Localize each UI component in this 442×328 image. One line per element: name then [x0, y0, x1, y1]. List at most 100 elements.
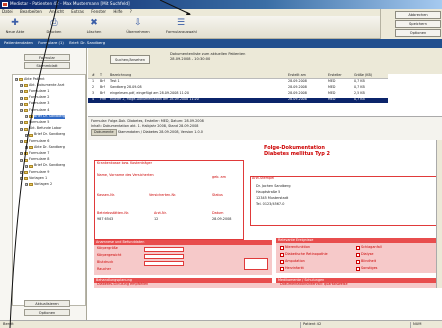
documents-tab[interactable]: Dokumente — [91, 129, 117, 136]
expand-icon[interactable]: + — [25, 146, 28, 150]
menu-item-fenster[interactable]: Fenster — [91, 9, 106, 14]
tree-node[interactable]: + Formulare 5 — [20, 120, 49, 125]
expand-icon[interactable]: + — [20, 158, 23, 162]
doctor-name: Dr. Jochen Sandberg — [256, 184, 291, 188]
tree-node[interactable]: + Akte Patient — [15, 77, 45, 82]
result-input[interactable] — [244, 258, 268, 270]
refresh-button[interactable]: Aktualisieren — [24, 300, 70, 307]
checkbox-other[interactable] — [356, 267, 360, 271]
date-value[interactable]: 28.09.2008 — [212, 217, 231, 222]
checkbox-heart-attack[interactable] — [280, 267, 284, 271]
tree-node[interactable]: + Brief Dr. Sandberg — [25, 114, 66, 119]
breadcrumb-forms[interactable]: Formulare (1) — [38, 40, 64, 45]
forms-button[interactable]: ☰ Formularauswahl — [166, 18, 197, 37]
window-title: Medistar - Patienten 42 - Max Mustermann… — [10, 1, 130, 6]
facility-number-value[interactable]: 987 6543 — [97, 217, 113, 222]
menu-item-datei[interactable]: Datei — [2, 9, 13, 14]
menu-item-hilfe[interactable]: Hilfe — [113, 9, 122, 14]
options-button[interactable]: Optionen — [395, 29, 441, 37]
tree-node[interactable]: + Formulare 4 — [20, 108, 49, 113]
print-button[interactable]: ⎙ Drucken — [44, 18, 64, 37]
expand-icon[interactable]: + — [20, 177, 23, 181]
patient-name-label: Name, Vorname des Versicherten — [97, 173, 154, 177]
tree-node[interactable]: + Formulare 9 — [20, 170, 49, 175]
checkbox-retinopathy[interactable] — [280, 253, 284, 257]
checkbox-dialysis[interactable] — [356, 253, 360, 257]
expand-icon[interactable]: + — [20, 152, 23, 156]
expand-icon[interactable]: + — [25, 115, 28, 119]
doctor-phone: Tel. 0123/4567-0 — [256, 202, 285, 206]
breadcrumb-patient[interactable]: Patientendaten — [4, 40, 33, 45]
doctor-number-value[interactable]: 12 — [154, 217, 158, 222]
tree-node[interactable]: + Akt. Befunde Labor — [20, 126, 62, 132]
breadcrumb-letter[interactable]: Brief: Dr. Sandberg — [69, 40, 105, 45]
menu-item-extras[interactable]: Extras — [71, 9, 84, 14]
tree-node[interactable]: + Brief Dr. Sandberg — [25, 132, 65, 138]
folder-icon — [24, 158, 28, 162]
expand-icon[interactable]: + — [25, 164, 28, 168]
tree-node[interactable]: + Formulare 1 — [20, 89, 49, 94]
expand-icon[interactable]: + — [20, 90, 23, 94]
checkbox-kidney[interactable] — [280, 246, 284, 250]
expand-icon[interactable]: + — [25, 183, 28, 187]
checkbox-amputation[interactable] — [280, 260, 284, 264]
expand-icon[interactable]: + — [20, 84, 23, 88]
tree-node[interactable]: + Akte Dr. Sandberg — [25, 145, 65, 150]
cancel-button[interactable]: Abbrechen — [395, 11, 441, 19]
nav-options-button[interactable]: Optionen — [24, 309, 70, 316]
table-row[interactable]: 4 Frm Muster 2, Folge-Dokumentation am 28.… — [88, 97, 388, 103]
tree-node-label: Akt. Dokumente Arzt — [29, 82, 65, 87]
form-scrollbar[interactable] — [436, 140, 442, 288]
tree-node[interactable]: + Formulare 6 — [20, 139, 49, 144]
doctor-number-label: Arzt-Nr. — [154, 211, 167, 215]
expand-icon[interactable]: + — [15, 78, 18, 81]
column-header-number[interactable]: # — [92, 73, 95, 78]
column-header-name[interactable]: Bezeichnung — [110, 73, 131, 78]
expand-icon[interactable]: + — [20, 96, 23, 100]
tree-node-label: Formulare 2 — [29, 95, 50, 100]
tree-node[interactable]: + Brief Dr. Sandberg — [25, 163, 65, 169]
import-button[interactable]: ⇩ Übernehmen — [126, 18, 150, 37]
tree-node[interactable]: + Akt. Dokumente Arzt — [20, 83, 64, 88]
cell-name: Test 1 — [110, 79, 120, 83]
expand-icon[interactable]: + — [25, 133, 28, 137]
doctor-stamp-label: Arzt-Stempel — [252, 176, 275, 180]
folder-icon — [24, 109, 28, 112]
tree-node[interactable]: + Formulare 3 — [20, 101, 49, 107]
tree-node[interactable]: + Vorlagen 2 — [25, 182, 52, 187]
expand-icon[interactable]: + — [20, 102, 23, 106]
folder-icon — [29, 115, 33, 119]
column-header-type[interactable]: T — [100, 73, 102, 78]
tree-node[interactable]: + Formulare 7 — [20, 151, 49, 156]
form-button[interactable]: Formular — [24, 54, 70, 61]
tree-node[interactable]: + Formulare 2 — [20, 95, 50, 101]
checkbox-stroke[interactable] — [356, 246, 360, 250]
tree-node[interactable]: + Vorlagen 1 — [20, 176, 47, 181]
tree-node[interactable]: + Formulare 8 — [20, 157, 49, 163]
expand-icon[interactable]: + — [20, 121, 23, 125]
master-sheet-button[interactable]: Stammblatt — [24, 62, 70, 69]
column-header-size[interactable]: Größe (KB) — [354, 73, 372, 78]
menu-item-help[interactable]: ? — [130, 9, 132, 14]
folder-tree[interactable]: + Akte Patient + Akt. Dokumente Arzt + Formul… — [12, 74, 86, 306]
expand-icon[interactable]: + — [20, 109, 23, 112]
menu-item-bearbeiten[interactable]: Bearbeiten — [20, 9, 42, 14]
column-header-author[interactable]: Ersteller — [328, 73, 342, 78]
expand-icon[interactable]: + — [20, 171, 23, 174]
delete-button[interactable]: ✖ Löschen — [84, 18, 104, 37]
cell-t: Brf — [100, 79, 105, 83]
expand-icon[interactable]: + — [20, 127, 23, 131]
save-button[interactable]: Speichern — [395, 20, 441, 28]
facility-number-label: Betriebsstätten-Nr. — [97, 211, 130, 215]
menu-item-ansicht[interactable]: Ansicht — [49, 9, 64, 14]
expand-icon[interactable]: + — [20, 140, 23, 143]
blood-pressure-input[interactable] — [144, 261, 184, 266]
height-input[interactable] — [144, 247, 184, 252]
new-button[interactable]: ✚ Neue Akte — [4, 18, 26, 37]
column-header-date[interactable]: Erstellt am — [288, 73, 306, 78]
weight-input[interactable] — [144, 254, 184, 259]
search-view-button[interactable]: Suchen/Ansehen — [110, 55, 150, 64]
training-label: Diabetes-Schulung empfohlen — [97, 282, 149, 286]
checkbox-blindness[interactable] — [356, 260, 360, 264]
tree-node-label: Vorlagen 1 — [29, 175, 48, 180]
